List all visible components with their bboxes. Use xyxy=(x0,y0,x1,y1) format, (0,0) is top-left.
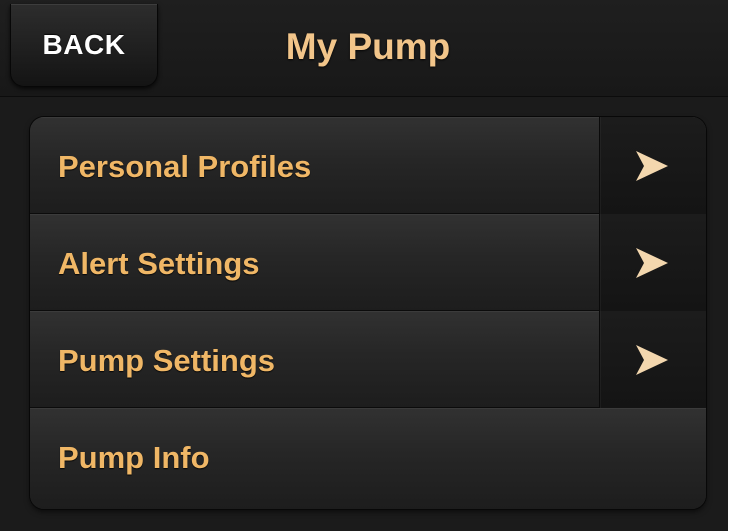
menu-item-pump-info[interactable]: Pump Info xyxy=(30,408,706,509)
menu-item-label: Pump Settings xyxy=(58,343,276,378)
chevron-right-icon xyxy=(636,248,668,278)
pump-screen: BACK My Pump Personal Profiles Alert Set… xyxy=(0,0,732,531)
chevron-right-icon xyxy=(636,345,668,375)
menu-item-label: Pump Info xyxy=(58,440,210,475)
arrow-button[interactable] xyxy=(599,214,706,311)
page-title: My Pump xyxy=(285,26,451,67)
chevron-right-icon xyxy=(636,151,668,181)
menu-item-alert-settings[interactable]: Alert Settings xyxy=(30,214,706,311)
back-button[interactable]: BACK xyxy=(10,4,158,87)
menu-item-pump-settings[interactable]: Pump Settings xyxy=(30,311,706,408)
arrow-button[interactable] xyxy=(599,117,706,214)
menu-item-personal-profiles[interactable]: Personal Profiles xyxy=(30,117,706,214)
menu-item-label: Alert Settings xyxy=(58,246,260,281)
menu-item-label: Personal Profiles xyxy=(58,149,312,184)
header-bar: BACK My Pump xyxy=(0,0,728,97)
settings-menu-list: Personal Profiles Alert Settings Pump Se… xyxy=(30,117,706,509)
arrow-button[interactable] xyxy=(599,311,706,408)
